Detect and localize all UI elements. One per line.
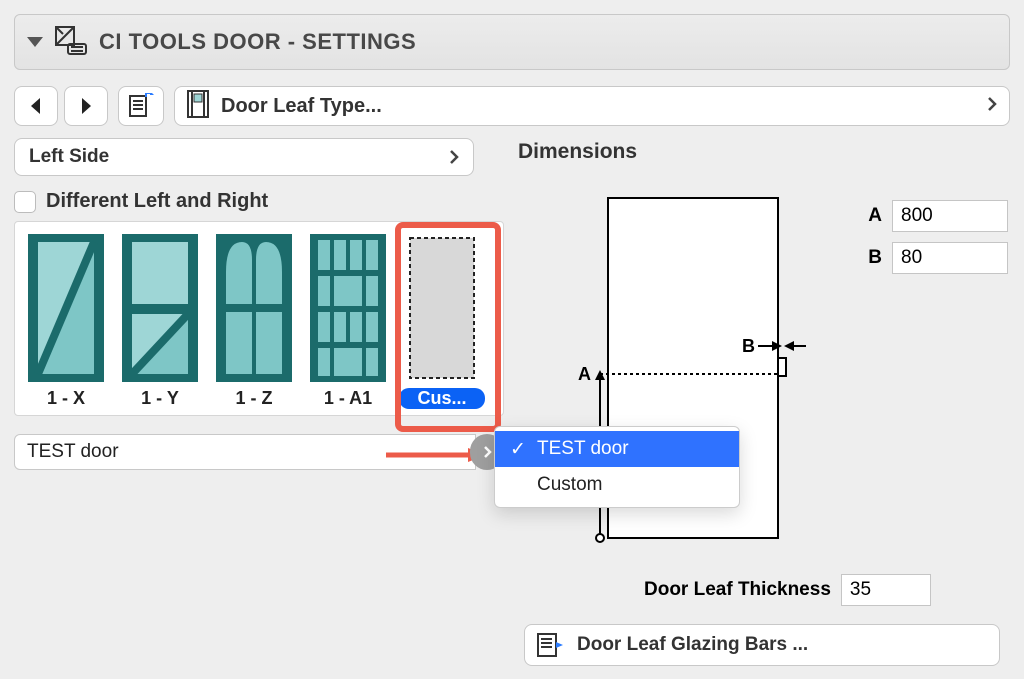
dim-b-input[interactable]: 80 [892, 242, 1008, 274]
page-list-button[interactable] [118, 86, 164, 126]
thickness-label: Door Leaf Thickness [644, 579, 831, 601]
dim-a-input[interactable]: 800 [892, 200, 1008, 232]
settings-graph-icon [55, 24, 87, 61]
dim-b-label: B [864, 247, 882, 269]
thickness-input[interactable]: 35 [841, 574, 931, 606]
door-leaf-type-label: Door Leaf Type... [221, 95, 975, 118]
menu-item-test-door[interactable]: ✓ TEST door [495, 431, 739, 467]
door-leaf-type-selector[interactable]: Door Leaf Type... [174, 86, 1010, 126]
door-style-gallery: 1 - X 1 - Y 1 - Z [14, 221, 504, 416]
list-arrow-icon [537, 632, 563, 658]
different-lr-label: Different Left and Right [46, 190, 268, 213]
nav-prev-button[interactable] [14, 86, 58, 126]
glazing-bars-button[interactable]: Door Leaf Glazing Bars ... [524, 624, 1000, 666]
check-icon: ✓ [509, 438, 527, 461]
door-style-1-y[interactable]: 1 - Y [117, 232, 203, 409]
door-style-label: Cus... [399, 388, 485, 409]
chevron-right-icon [449, 149, 459, 165]
door-style-custom[interactable]: Cus... [399, 232, 485, 409]
dimensions-heading: Dimensions [518, 140, 1010, 164]
custom-door-dropdown-menu: ✓ TEST door Custom [494, 426, 740, 508]
chevron-right-icon [987, 96, 997, 117]
different-lr-checkbox[interactable] [14, 191, 36, 213]
nav-next-button[interactable] [64, 86, 108, 126]
svg-text:A: A [578, 364, 591, 384]
door-style-label: 1 - A1 [305, 388, 391, 409]
dim-a-label: A [864, 205, 882, 227]
door-style-label: 1 - Z [211, 388, 297, 409]
panel-title: CI TOOLS DOOR - SETTINGS [99, 29, 416, 55]
collapse-triangle-icon[interactable] [27, 37, 43, 47]
svg-text:B: B [742, 336, 755, 356]
door-style-1-a1[interactable]: 1 - A1 [305, 232, 391, 409]
side-selector[interactable]: Left Side [14, 138, 474, 176]
menu-item-custom[interactable]: Custom [495, 467, 739, 503]
custom-door-name-field[interactable]: TEST door [14, 434, 476, 470]
door-style-label: 1 - X [23, 388, 109, 409]
door-style-1-z[interactable]: 1 - Z [211, 232, 297, 409]
dimensions-diagram: B A [548, 188, 818, 568]
door-style-1-x[interactable]: 1 - X [23, 232, 109, 409]
door-icon [187, 90, 209, 123]
panel-header[interactable]: CI TOOLS DOOR - SETTINGS [14, 14, 1010, 70]
side-selector-label: Left Side [29, 146, 109, 168]
glazing-bars-label: Door Leaf Glazing Bars ... [577, 634, 808, 656]
door-style-label: 1 - Y [117, 388, 203, 409]
